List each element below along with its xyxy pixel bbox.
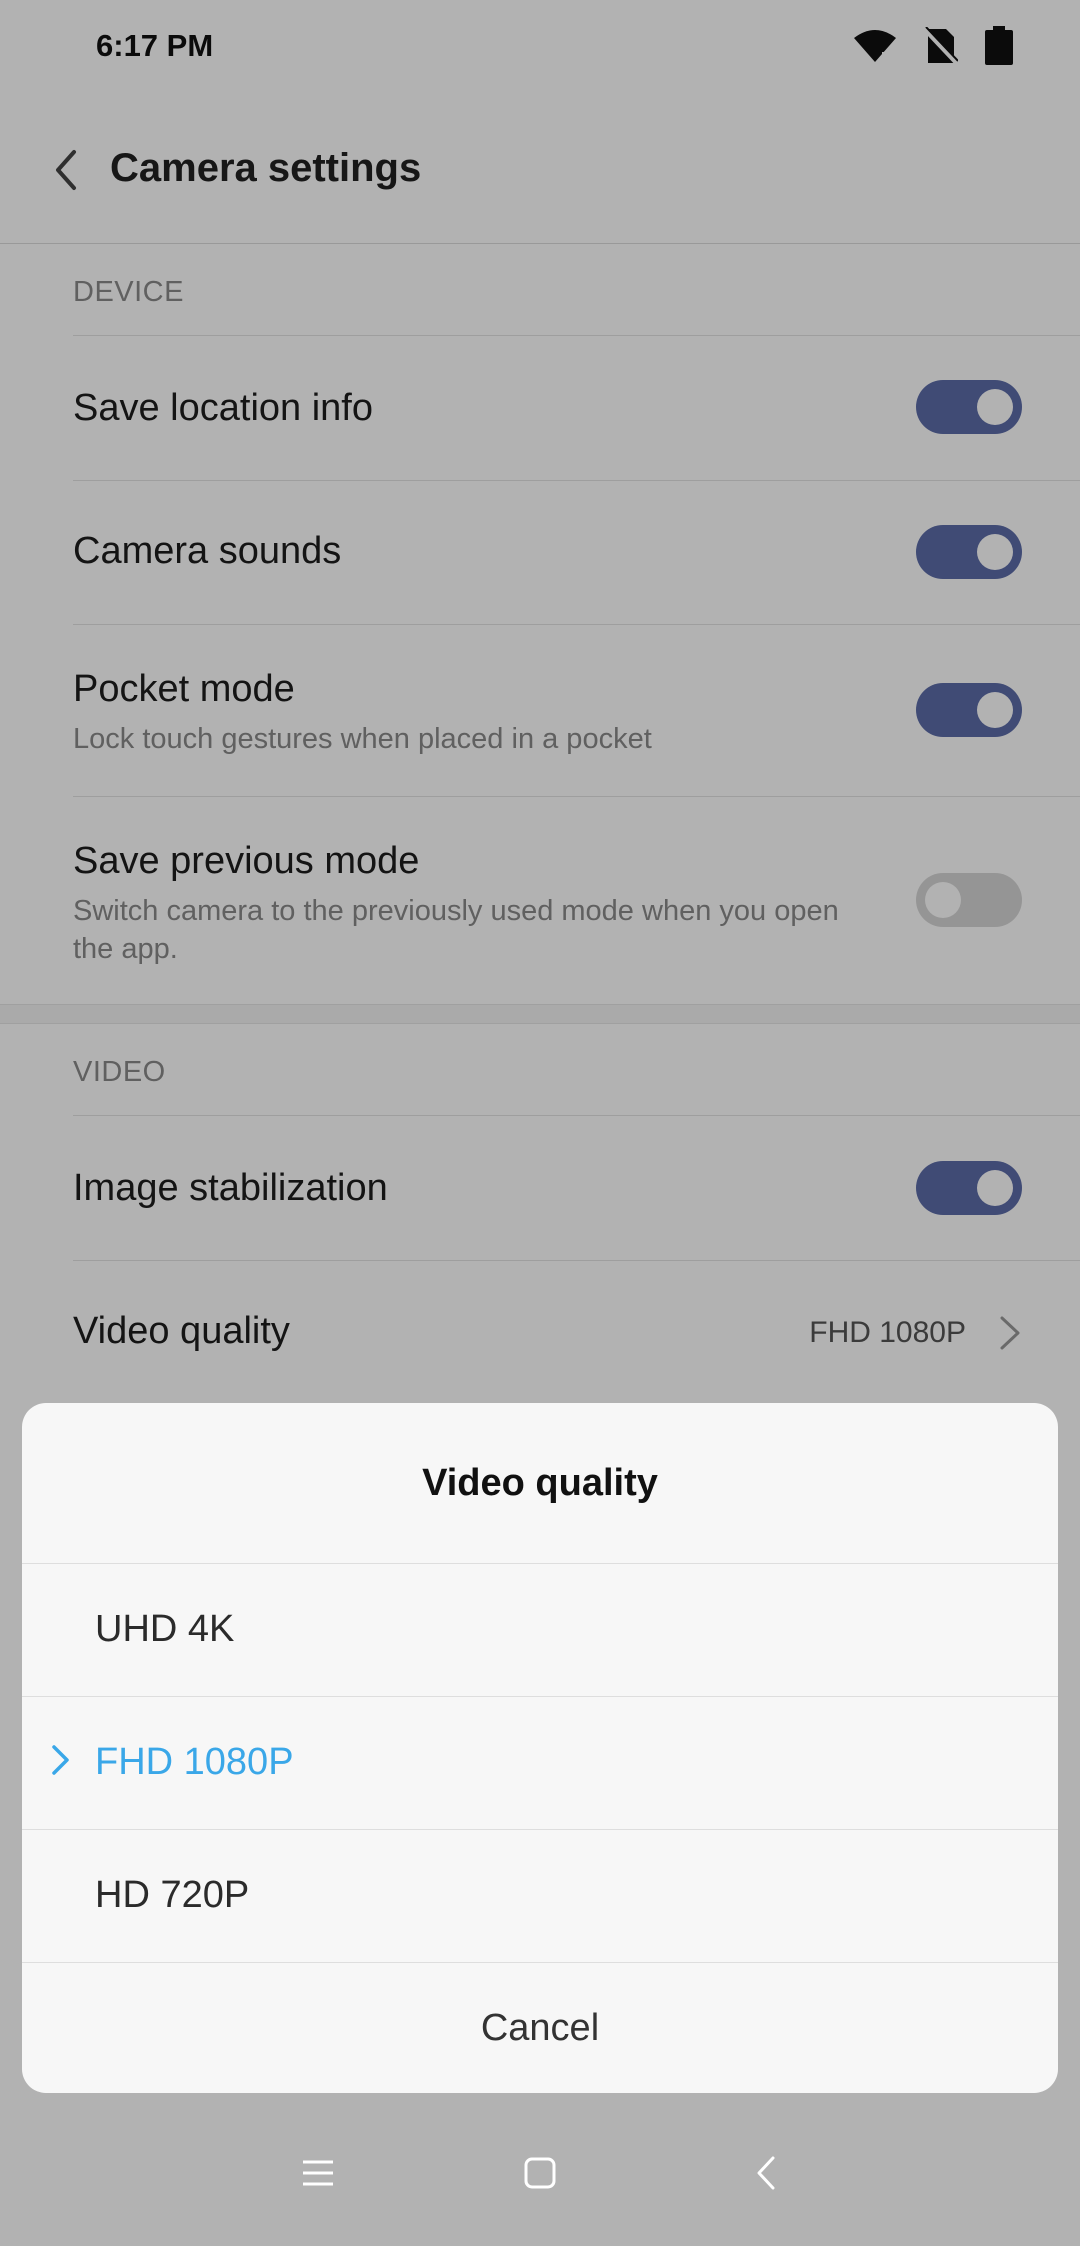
option-label: FHD 1080P bbox=[95, 1741, 294, 1783]
back-icon[interactable] bbox=[736, 2143, 796, 2203]
cancel-button[interactable]: Cancel bbox=[22, 1962, 1058, 2093]
option-label: UHD 4K bbox=[95, 1608, 235, 1650]
option-fhd-1080p[interactable]: FHD 1080P bbox=[22, 1696, 1058, 1829]
home-icon[interactable] bbox=[510, 2143, 570, 2203]
menu-icon[interactable] bbox=[288, 2143, 348, 2203]
video-quality-dialog: Video quality UHD 4K FHD 1080P HD 720P C… bbox=[22, 1403, 1058, 2093]
navigation-bar bbox=[0, 2093, 1080, 2246]
option-uhd-4k[interactable]: UHD 4K bbox=[22, 1563, 1058, 1696]
option-label: HD 720P bbox=[95, 1874, 250, 1916]
dialog-title: Video quality bbox=[422, 1461, 658, 1504]
selected-chevron-icon bbox=[50, 1744, 72, 1781]
option-hd-720p[interactable]: HD 720P bbox=[22, 1829, 1058, 1962]
screen: 6:17 PM Camera settings DEVICE Save loca… bbox=[0, 0, 1080, 2246]
